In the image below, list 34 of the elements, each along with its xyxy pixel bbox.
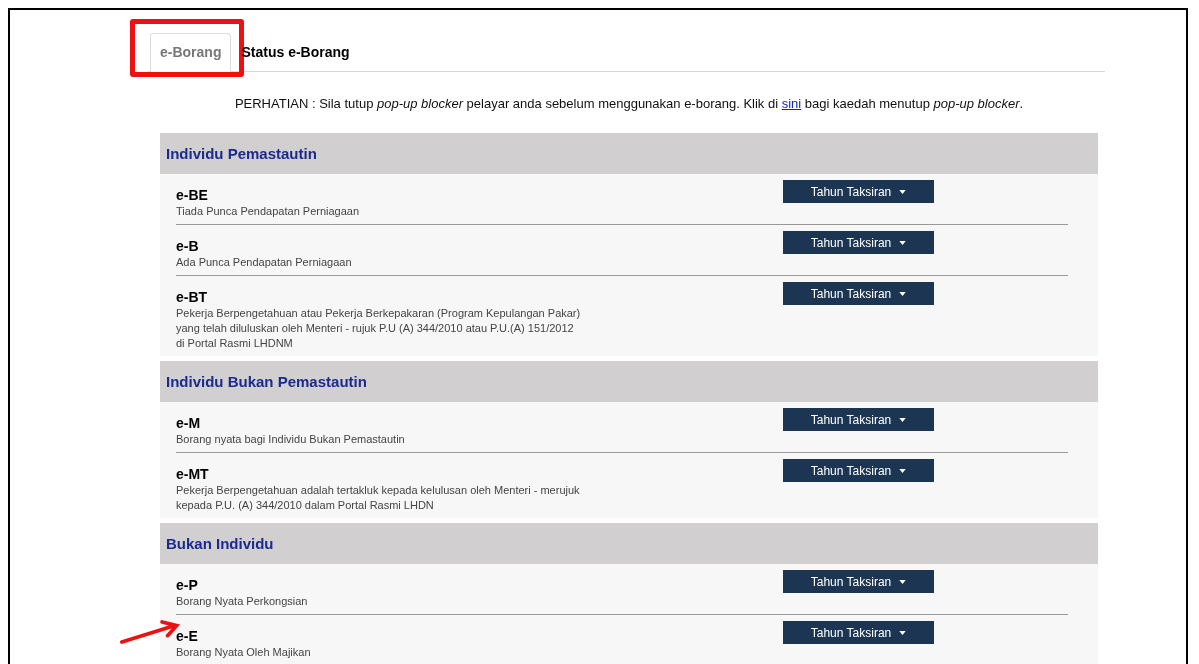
tab[interactable]: e-Borang xyxy=(150,33,232,72)
form-description: Pekerja Berpengetahuan adalah tertakluk kepada kelulusan oleh Menteri - merujuk kepada P.U. (A) 344/2010 dalam Portal Rasmi LHDN xyxy=(176,483,581,513)
form-description: Borang Nyata Perkongsian xyxy=(176,594,309,609)
notice-text: PERHATIAN : Sila tutup pop-up blocker pelayar anda sebelum menggunakan e-borang. Klik di sini bagi kaedah menutup pop-up blocker. xyxy=(233,95,1025,113)
form-code: e-B xyxy=(176,238,200,254)
link[interactable]: sini xyxy=(781,96,802,111)
form-description: Borang nyata bagi Individu Bukan Pemastautin xyxy=(176,432,406,447)
year-dropdown-button[interactable]: Tahun Taksiran xyxy=(783,570,934,593)
caret-icon xyxy=(899,240,907,245)
year-dropdown-button[interactable]: Tahun Taksiran xyxy=(783,621,934,644)
section-title: Individu Pemastautin xyxy=(166,145,317,162)
caret-icon xyxy=(899,189,907,194)
form-code: e-BE xyxy=(176,187,209,203)
form-code: e-P xyxy=(176,577,199,593)
caret-icon xyxy=(899,417,907,422)
form-code: e-MT xyxy=(176,466,210,482)
caret-icon xyxy=(899,291,907,296)
caret-icon xyxy=(899,468,907,473)
form-description: Pekerja Berpengetahuan atau Pekerja Berkepakaran (Program Kepulangan Pakar) yang telah diluluskan oleh Menteri - rujuk P.U (A) 344/2010 atau P.U.(A) 151/2012 di Portal Rasmi LHDNM xyxy=(176,306,581,351)
year-dropdown-button[interactable]: Tahun Taksiran xyxy=(783,231,934,254)
form-description: Ada Punca Pendapatan Perniagaan xyxy=(176,255,353,270)
year-dropdown-button[interactable]: Tahun Taksiran xyxy=(783,408,934,431)
year-dropdown-button[interactable]: Tahun Taksiran xyxy=(783,180,934,203)
year-dropdown-button[interactable]: Tahun Taksiran xyxy=(783,459,934,482)
section-title: Bukan Individu xyxy=(166,535,274,552)
form-description: Borang Nyata Oleh Majikan xyxy=(176,645,312,660)
caret-icon xyxy=(899,630,907,635)
form-code: e-M xyxy=(176,415,202,431)
form-code: e-BT xyxy=(176,289,209,305)
form-description: Tiada Punca Pendapatan Perniagaan xyxy=(176,204,361,219)
year-dropdown-button[interactable]: Tahun Taksiran xyxy=(783,282,934,305)
form-code: e-E xyxy=(176,628,199,644)
caret-icon xyxy=(899,579,907,584)
section-title: Individu Bukan Pemastautin xyxy=(166,373,367,390)
